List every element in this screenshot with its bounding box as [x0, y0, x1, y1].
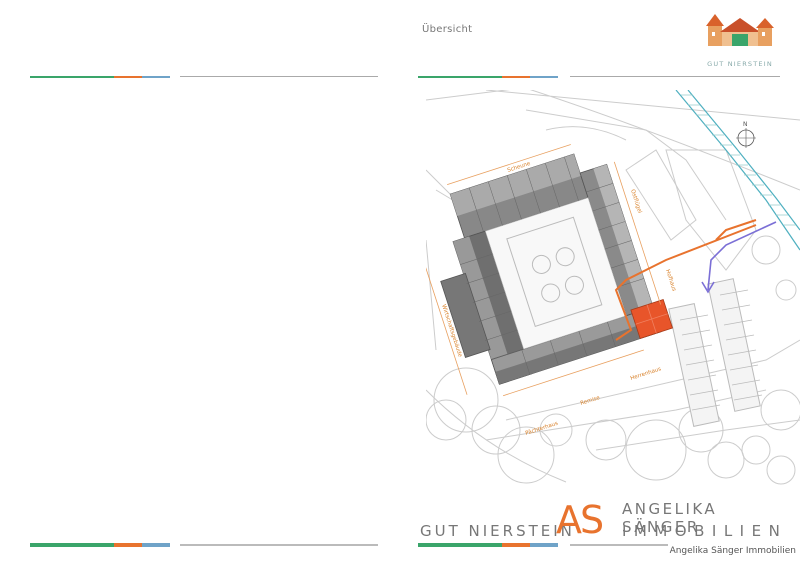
footer-rule-left-a	[30, 543, 170, 547]
north-arrow-icon: N	[736, 121, 756, 148]
left-page	[0, 0, 400, 565]
right-page: Übersicht GUT NIERSTEIN Scheune Ostflüge…	[400, 0, 800, 565]
footer-rule-left-b	[180, 544, 378, 546]
label-hofhaus: Hofhaus	[664, 269, 677, 293]
photo-credit: Angelika Sänger Immobilien	[669, 546, 796, 556]
header-rule-left-a	[30, 76, 170, 78]
as-logo-mark: AS	[556, 498, 604, 542]
gut-nierstein-logo: GUT NIERSTEIN	[700, 10, 780, 76]
header-rule-left-b	[180, 76, 378, 77]
header-rule-right-a	[418, 76, 558, 78]
section-title: Übersicht	[422, 24, 473, 35]
header-rule-right-b	[570, 76, 780, 77]
footer-rule-right-a	[418, 543, 558, 547]
label-remise: Remise	[580, 395, 602, 407]
footer-brand: GUT NIERSTEIN AS ANGELIKA SÄNGER IMMOBIL…	[420, 498, 798, 548]
logo-wordmark: GUT NIERSTEIN	[707, 60, 773, 68]
gut-nierstein-wordmark: GUT NIERSTEIN	[420, 522, 575, 540]
label-herrenhaus: Herrenhaus	[630, 366, 662, 382]
agent-subtitle: IMMOBILIEN	[622, 522, 788, 540]
footer-rule-right-b	[570, 544, 668, 546]
logo-building-icon	[706, 14, 774, 46]
site-plan: Scheune Ostflügel Wirtschaftsgebäude Hof…	[426, 90, 800, 485]
north-label: N	[743, 121, 748, 128]
